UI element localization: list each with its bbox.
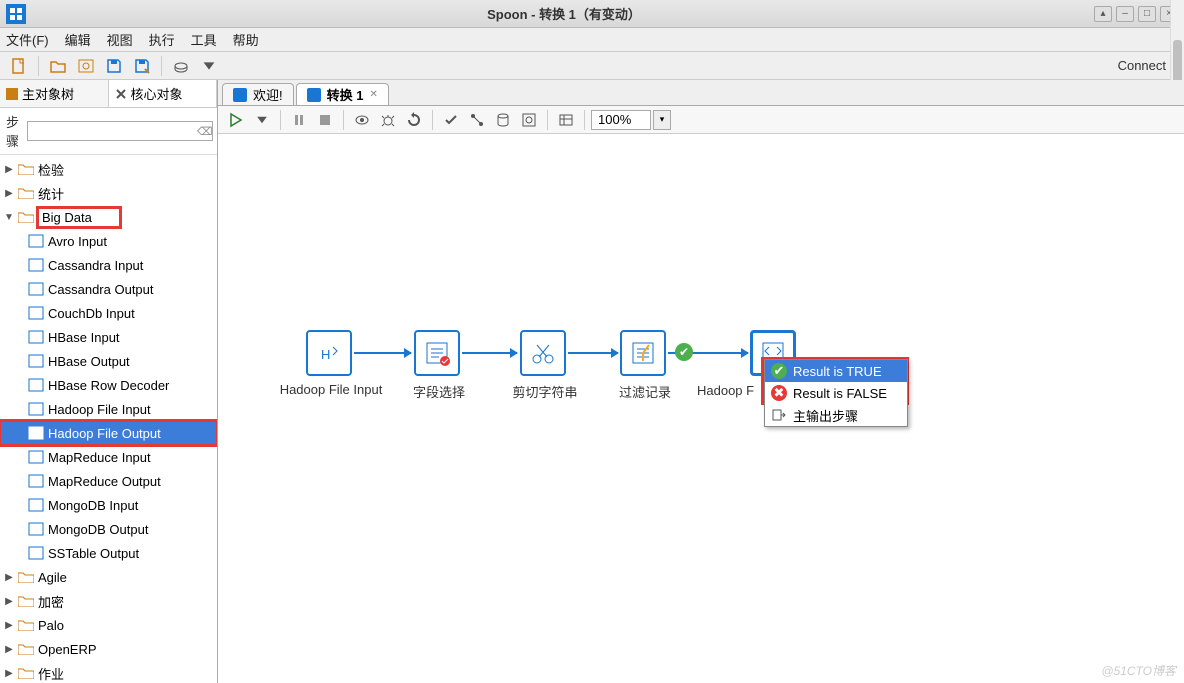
menu-run[interactable]: 执行 [149,30,175,49]
menu-edit[interactable]: 编辑 [65,30,91,49]
menu-tools[interactable]: 工具 [191,30,217,49]
clear-search-icon[interactable]: ⌫ [197,125,213,138]
zoom-dropdown-icon[interactable]: ▾ [653,110,671,130]
app-icon [6,4,26,24]
tree-folder-stats[interactable]: ▶ 统计 [0,181,217,205]
run-dropdown-icon[interactable] [250,109,274,131]
open-icon[interactable] [45,55,71,77]
verify-icon[interactable] [439,109,463,131]
hop-3-4[interactable] [568,352,618,354]
show-results-icon[interactable] [554,109,578,131]
replay-icon[interactable] [402,109,426,131]
tree-item-avro-input[interactable]: Avro Input [0,229,217,253]
save-icon[interactable] [101,55,127,77]
tree-item-mapreduce-output[interactable]: MapReduce Output [0,469,217,493]
welcome-tab-icon [233,88,247,102]
menu-help[interactable]: 帮助 [233,30,259,49]
left-panel: 主对象树 核心对象 步骤 ⌫ ⊞ ⊟ ▶ 检验 ▶ 统计 [0,80,218,683]
check-icon: ✔ [771,363,787,379]
main-toolbar: Connect [0,52,1184,80]
node-select-values[interactable]: 字段选择 [414,330,460,376]
window-minimize-button[interactable]: – [1116,6,1134,22]
node-filter-rows[interactable]: 过滤记录 [620,330,666,376]
tab-trans1[interactable]: 转换 1 ✕ [296,83,389,105]
tree-folder-encrypt[interactable]: ▶加密 [0,589,217,613]
ctxmenu-result-true[interactable]: ✔ Result is TRUE [765,360,907,382]
node-label: Hadoop F [697,383,767,398]
connect-button[interactable]: Connect [1106,58,1178,73]
tree-folder-bigdata-label: Big Data [38,208,120,227]
watermark: @51CTO博客 [1101,662,1176,679]
tree-item-hadoop-file-output[interactable]: Hadoop File Output [0,421,217,445]
tree-item-couchdb-input[interactable]: CouchDb Input [0,301,217,325]
main-area: 主对象树 核心对象 步骤 ⌫ ⊞ ⊟ ▶ 检验 ▶ 统计 [0,80,1184,683]
tree-item-mapreduce-input[interactable]: MapReduce Input [0,445,217,469]
run-icon[interactable] [224,109,248,131]
svg-text:H: H [321,347,330,362]
left-tab-strip: 主对象树 核心对象 [0,80,217,108]
titlebar: Spoon - 转换 1（有变动） ▴ – □ × [0,0,1184,28]
trans-tab-icon [307,88,321,102]
ctxmenu-result-false[interactable]: ✖ Result is FALSE [765,382,907,404]
save-as-icon[interactable] [129,55,155,77]
output-icon [771,407,787,423]
hop-1-2[interactable] [354,352,411,354]
zoom-value[interactable]: 100% [591,110,651,130]
ctxmenu-main-output[interactable]: 主输出步骤 [765,404,907,426]
node-cut-string[interactable]: 剪切字符串 [520,330,566,376]
window-title: Spoon - 转换 1（有变动） [34,4,1094,23]
tree-item-hbase-input[interactable]: HBase Input [0,325,217,349]
editor-area: 欢迎! 转换 1 ✕ 100% [218,80,1184,683]
pause-icon[interactable] [287,109,311,131]
tree-item-mongodb-input[interactable]: MongoDB Input [0,493,217,517]
perspective-icon[interactable] [168,55,194,77]
tree-item-hbase-output[interactable]: HBase Output [0,349,217,373]
canvas-toolbar: 100% ▾ [218,106,1184,134]
tree-item-sstable-output[interactable]: SSTable Output [0,541,217,565]
window-up-button[interactable]: ▴ [1094,6,1112,22]
tab-main-tree[interactable]: 主对象树 [0,80,109,107]
canvas[interactable]: ✔ H Hadoop File Input 字段选择 剪切字符串 过滤记录 Ha… [218,134,1184,683]
explore-db-icon[interactable] [517,109,541,131]
context-menu: ✔ Result is TRUE ✖ Result is FALSE 主输出步骤 [764,359,908,427]
tree-folder-openerp[interactable]: ▶OpenERP [0,637,217,661]
tree-folder-truncated[interactable]: ▶ 检验 [0,157,217,181]
tab-core-objects[interactable]: 核心对象 [109,80,218,107]
hop-2-3[interactable] [462,352,517,354]
menubar: 文件(F) 编辑 视图 执行 工具 帮助 [0,28,1184,52]
menu-file[interactable]: 文件(F) [6,30,49,49]
search-row: 步骤 ⌫ ⊞ ⊟ [0,108,217,155]
explore-icon[interactable] [73,55,99,77]
impact-icon[interactable] [465,109,489,131]
debug-icon[interactable] [376,109,400,131]
node-hadoop-file-input[interactable]: H Hadoop File Input [306,330,352,376]
node-label: 过滤记录 [575,382,715,401]
search-label: 步骤 [6,112,19,150]
preview-icon[interactable] [350,109,374,131]
steps-tree[interactable]: ▶ 检验 ▶ 统计 ▼ Big Data Avro Input Cassandr… [0,155,217,683]
search-input[interactable] [27,121,213,141]
tree-item-hbase-row-decoder[interactable]: HBase Row Decoder [0,373,217,397]
hop-true-badge-icon: ✔ [675,343,693,361]
close-tab-icon[interactable]: ✕ [369,89,377,100]
editor-tab-strip: 欢迎! 转换 1 ✕ [218,80,1184,106]
tab-main-tree-label: 主对象树 [22,84,74,103]
tree-folder-agile[interactable]: ▶Agile [0,565,217,589]
sql-icon[interactable] [491,109,515,131]
tree-item-mongodb-output[interactable]: MongoDB Output [0,517,217,541]
tree-item-cassandra-output[interactable]: Cassandra Output [0,277,217,301]
tree-folder-bigdata[interactable]: ▼ Big Data [0,205,217,229]
tree-item-hadoop-file-input[interactable]: Hadoop File Input [0,397,217,421]
tree-folder-palo[interactable]: ▶Palo [0,613,217,637]
tree-item-cassandra-input[interactable]: Cassandra Input [0,253,217,277]
dropdown-arrow-icon[interactable] [196,55,222,77]
tab-core-objects-label: 核心对象 [131,84,183,103]
new-file-icon[interactable] [6,55,32,77]
tree-folder-jobs[interactable]: ▶作业 [0,661,217,683]
tab-welcome[interactable]: 欢迎! [222,83,294,105]
stop-icon[interactable] [313,109,337,131]
x-icon: ✖ [771,385,787,401]
menu-view[interactable]: 视图 [107,30,133,49]
window-maximize-button[interactable]: □ [1138,6,1156,22]
